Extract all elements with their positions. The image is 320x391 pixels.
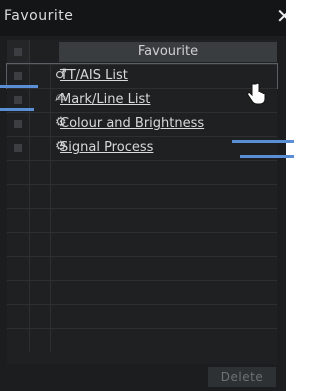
close-icon[interactable]: ✕	[276, 4, 286, 28]
callout-pointer-line	[0, 85, 38, 88]
row-check-cell	[7, 113, 30, 136]
row-icon-cell	[30, 161, 51, 184]
row-icon-cell	[30, 257, 51, 280]
favourite-table: Favourite ♂ TT/AIS List ✍ Mark/Line List…	[6, 40, 278, 364]
select-all-checkbox[interactable]	[14, 48, 22, 56]
favourite-row-mark-line-list[interactable]: ✍ Mark/Line List	[7, 88, 277, 112]
empty-row	[7, 328, 277, 352]
row-icon-cell: ⚙	[30, 137, 67, 160]
empty-row	[7, 232, 277, 256]
window-titlebar: Favourite ✕	[0, 0, 286, 36]
empty-row	[7, 160, 277, 184]
empty-row	[7, 256, 277, 280]
hand-cursor-icon	[247, 82, 266, 105]
table-header: Favourite	[7, 40, 277, 64]
callout-pointer-line	[0, 108, 34, 111]
row-check-cell	[7, 257, 30, 280]
row-label[interactable]: Signal Process	[60, 140, 153, 155]
row-check-cell	[7, 329, 30, 352]
row-icon-cell	[30, 281, 51, 304]
row-icon-cell	[30, 329, 51, 352]
row-label[interactable]: Colour and Brightness	[60, 116, 204, 131]
row-icon-cell: ⚙	[30, 113, 67, 136]
empty-row	[7, 304, 277, 328]
row-label[interactable]: TT/AIS List	[60, 68, 128, 83]
row-check-cell	[7, 185, 30, 208]
favourite-column-header: Favourite	[59, 42, 277, 62]
window-title: Favourite	[4, 8, 74, 24]
row-check-cell	[7, 281, 30, 304]
empty-row	[7, 208, 277, 232]
row-check-cell	[7, 233, 30, 256]
row-checkbox[interactable]	[14, 144, 22, 152]
row-check-cell	[7, 161, 30, 184]
favourite-row-colour-and-brightness[interactable]: ⚙ Colour and Brightness	[7, 112, 277, 136]
callout-pointer-line	[240, 155, 294, 158]
select-all-cell	[7, 40, 30, 64]
favourite-window: Favourite ✕ Favourite ♂ TT/AIS List ✍ Ma…	[0, 0, 286, 391]
empty-row	[7, 184, 277, 208]
row-check-cell	[7, 209, 30, 232]
delete-button[interactable]: Delete	[208, 367, 276, 387]
empty-row	[7, 280, 277, 304]
row-check-cell	[7, 305, 30, 328]
row-icon-cell	[30, 185, 51, 208]
callout-pointer-line	[232, 140, 294, 143]
row-checkbox[interactable]	[14, 96, 22, 104]
row-icon-cell	[30, 305, 51, 328]
row-checkbox[interactable]	[14, 72, 22, 80]
row-icon-cell	[30, 209, 51, 232]
row-checkbox[interactable]	[14, 120, 22, 128]
row-label[interactable]: Mark/Line List	[60, 92, 150, 107]
favourite-row-tt-ais-list[interactable]: ♂ TT/AIS List	[6, 63, 278, 89]
row-icon-cell	[30, 233, 51, 256]
row-check-cell	[7, 137, 30, 160]
